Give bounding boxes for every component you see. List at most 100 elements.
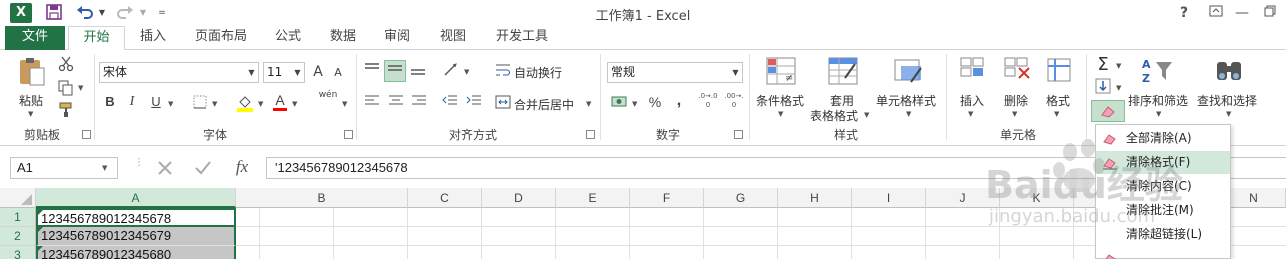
delete-cells-dropdown-icon[interactable]: ▼ bbox=[1012, 110, 1017, 118]
format-as-table-label-2[interactable]: 表格格式 bbox=[810, 107, 858, 124]
tab-view[interactable]: 视图 bbox=[428, 26, 478, 50]
paste-dropdown-icon[interactable]: ▼ bbox=[28, 110, 33, 118]
menu-item-clear-hyperlinks[interactable]: 清除超链接(L) bbox=[1096, 223, 1230, 246]
grow-font-icon[interactable]: A bbox=[310, 64, 326, 80]
wrap-text-icon[interactable] bbox=[494, 62, 512, 80]
column-header-a[interactable]: A bbox=[36, 188, 236, 208]
fill-color-icon[interactable] bbox=[236, 94, 254, 112]
name-box-dropdown-icon[interactable]: ▼ bbox=[102, 164, 107, 172]
find-select-button[interactable]: 查找和选择 bbox=[1197, 92, 1257, 109]
insert-cells-dropdown-icon[interactable]: ▼ bbox=[968, 110, 973, 118]
column-header-c[interactable]: C bbox=[408, 188, 482, 208]
align-bottom-icon[interactable] bbox=[408, 62, 428, 80]
column-header-d[interactable]: D bbox=[482, 188, 556, 208]
font-size-select[interactable]: 11 ▼ bbox=[263, 62, 305, 83]
enter-icon[interactable] bbox=[192, 158, 214, 180]
copy-dropdown-icon[interactable]: ▼ bbox=[78, 84, 83, 92]
underline-button[interactable]: U bbox=[148, 94, 164, 109]
align-middle-icon[interactable] bbox=[384, 60, 406, 82]
percent-style-button[interactable]: % bbox=[646, 94, 664, 110]
comma-style-button[interactable]: , bbox=[672, 92, 686, 110]
sort-filter-button[interactable]: 排序和筛选 bbox=[1128, 92, 1188, 109]
fill-dropdown-icon[interactable]: ▼ bbox=[1116, 84, 1121, 92]
merge-center-button[interactable]: 合并后居中 bbox=[514, 96, 574, 113]
increase-indent-icon[interactable] bbox=[464, 94, 484, 112]
column-header-n[interactable]: N bbox=[1222, 188, 1286, 208]
column-header-e[interactable]: E bbox=[556, 188, 630, 208]
insert-cells-icon[interactable] bbox=[958, 56, 988, 88]
align-right-icon[interactable] bbox=[409, 94, 429, 112]
tab-formulas[interactable]: 公式 bbox=[263, 26, 313, 50]
cell-styles-button[interactable]: 单元格样式 bbox=[876, 92, 936, 109]
column-header-f[interactable]: F bbox=[630, 188, 704, 208]
tab-insert[interactable]: 插入 bbox=[128, 26, 178, 50]
column-header-b[interactable]: B bbox=[236, 188, 408, 208]
font-color-icon[interactable]: A bbox=[272, 92, 288, 112]
number-launcher-icon[interactable] bbox=[734, 130, 743, 139]
font-color-dropdown-icon[interactable]: ▼ bbox=[292, 100, 297, 108]
tab-developer[interactable]: 开发工具 bbox=[484, 26, 560, 50]
row-header-3[interactable]: 3 bbox=[0, 246, 36, 259]
paste-label[interactable]: 粘贴 bbox=[19, 92, 43, 109]
sort-filter-dropdown-icon[interactable]: ▼ bbox=[1156, 110, 1161, 118]
decrease-decimal-button[interactable]: .00→.0 bbox=[724, 92, 744, 112]
fill-color-dropdown-icon[interactable]: ▼ bbox=[258, 100, 263, 108]
autosum-icon[interactable]: Σ bbox=[1094, 54, 1112, 75]
format-cells-button[interactable]: 格式 bbox=[1046, 92, 1070, 109]
align-left-icon[interactable] bbox=[362, 94, 382, 112]
orientation-dropdown-icon[interactable]: ▼ bbox=[464, 68, 469, 76]
cell-styles-dropdown-icon[interactable]: ▼ bbox=[906, 110, 911, 118]
font-name-select[interactable]: 宋体 ▼ bbox=[99, 62, 259, 83]
wrap-text-button[interactable]: 自动换行 bbox=[514, 64, 562, 81]
insert-function-icon[interactable]: fx bbox=[228, 157, 256, 179]
paste-icon[interactable] bbox=[16, 56, 48, 88]
phonetic-dropdown-icon[interactable]: ▼ bbox=[342, 100, 347, 108]
delete-cells-button[interactable]: 删除 bbox=[1004, 92, 1028, 109]
formula-bar-grip-icon[interactable]: ⋮ bbox=[134, 158, 144, 178]
menu-item-clear-formats[interactable]: 清除格式(F) bbox=[1096, 151, 1230, 174]
column-header-i[interactable]: I bbox=[852, 188, 926, 208]
cancel-icon[interactable] bbox=[154, 158, 176, 180]
accounting-format-icon[interactable] bbox=[610, 94, 630, 112]
cell-a1[interactable]: 123456789012345678 bbox=[36, 208, 236, 227]
restore-button[interactable] bbox=[1256, 2, 1284, 24]
column-header-j[interactable]: J bbox=[926, 188, 1000, 208]
number-format-select[interactable]: 常规 ▼ bbox=[607, 62, 743, 83]
align-top-icon[interactable] bbox=[362, 62, 382, 80]
merge-center-dropdown-icon[interactable]: ▼ bbox=[586, 100, 591, 108]
format-as-table-dropdown-icon[interactable]: ▼ bbox=[864, 111, 869, 119]
borders-dropdown-icon[interactable]: ▼ bbox=[212, 100, 217, 108]
clear-icon[interactable] bbox=[1091, 100, 1125, 122]
underline-dropdown-icon[interactable]: ▼ bbox=[168, 100, 173, 108]
menu-item-clear-contents[interactable]: 清除内容(C) bbox=[1096, 175, 1230, 198]
menu-item-remove-hyperlinks-partial[interactable] bbox=[1096, 247, 1230, 259]
copy-icon[interactable] bbox=[56, 80, 76, 98]
tab-data[interactable]: 数据 bbox=[318, 26, 368, 50]
row-header-1[interactable]: 1 bbox=[0, 208, 36, 227]
borders-icon[interactable] bbox=[192, 95, 208, 111]
shrink-font-icon[interactable]: A bbox=[331, 66, 345, 79]
row-header-2[interactable]: 2 bbox=[0, 227, 36, 246]
conditional-formatting-button[interactable]: 条件格式 bbox=[756, 92, 804, 109]
cell-styles-icon[interactable] bbox=[892, 56, 926, 88]
format-as-table-icon[interactable] bbox=[826, 56, 860, 88]
conditional-formatting-icon[interactable]: ≠ bbox=[764, 56, 798, 88]
decrease-indent-icon[interactable] bbox=[440, 94, 460, 112]
tab-review[interactable]: 审阅 bbox=[372, 26, 422, 50]
accounting-dropdown-icon[interactable]: ▼ bbox=[632, 100, 637, 108]
worksheet-grid[interactable]: A B C D E F G H I J K L M N 1 1234567890… bbox=[0, 188, 1286, 259]
autosum-dropdown-icon[interactable]: ▼ bbox=[1116, 62, 1121, 70]
format-cells-dropdown-icon[interactable]: ▼ bbox=[1054, 110, 1059, 118]
column-header-g[interactable]: G bbox=[704, 188, 778, 208]
delete-cells-icon[interactable] bbox=[1002, 56, 1032, 88]
minimize-button[interactable]: — bbox=[1228, 2, 1256, 24]
alignment-launcher-icon[interactable] bbox=[586, 130, 595, 139]
phonetic-guide-icon[interactable]: wén bbox=[316, 90, 340, 112]
format-cells-icon[interactable] bbox=[1044, 56, 1074, 88]
bold-button[interactable]: B bbox=[102, 94, 118, 109]
tab-page-layout[interactable]: 页面布局 bbox=[186, 26, 256, 50]
merge-center-icon[interactable] bbox=[494, 94, 512, 112]
italic-button[interactable]: I bbox=[124, 94, 140, 110]
column-header-h[interactable]: H bbox=[778, 188, 852, 208]
menu-item-clear-comments[interactable]: 清除批注(M) bbox=[1096, 199, 1230, 222]
